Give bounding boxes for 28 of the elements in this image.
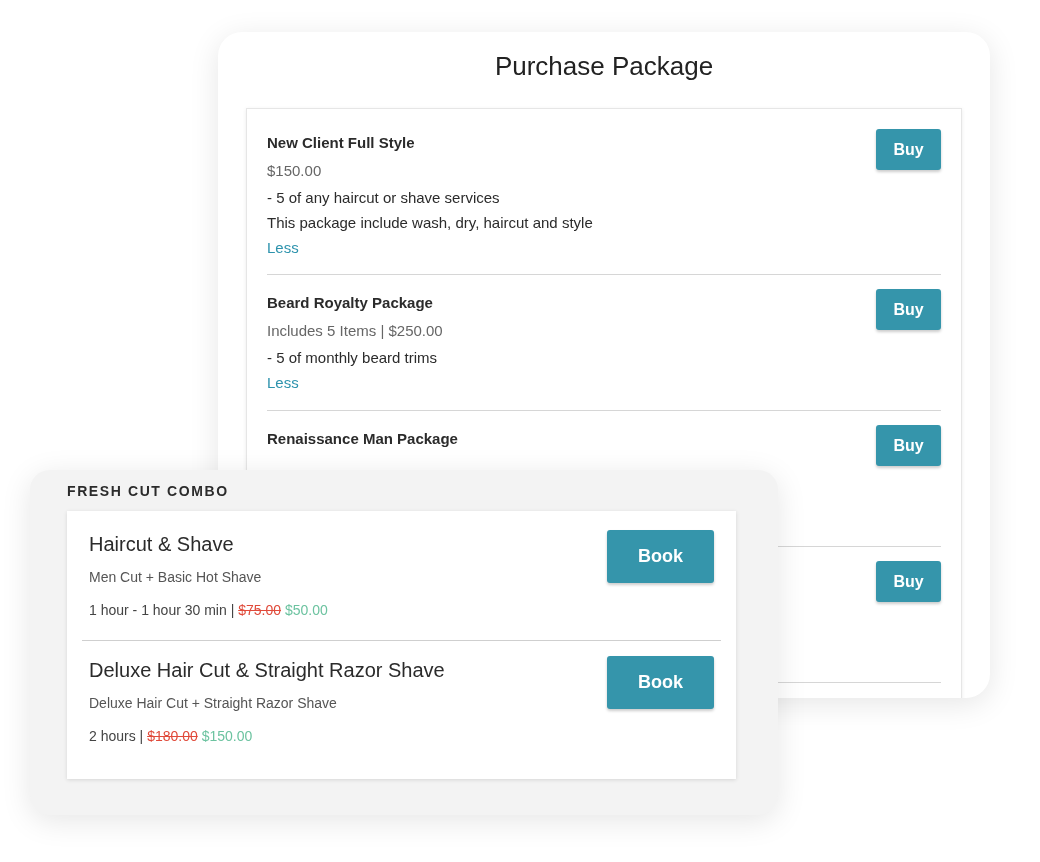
old-price: $180.00 — [147, 728, 198, 744]
less-link[interactable]: Less — [267, 370, 299, 395]
book-button[interactable]: Book — [607, 530, 714, 583]
card-title: Purchase Package — [493, 50, 715, 82]
package-description: - 5 of any haircut or shave services — [267, 188, 501, 208]
package-name: Beard Royalty Package — [267, 293, 434, 313]
buy-button[interactable]: Buy — [876, 289, 941, 330]
buy-button[interactable]: Buy — [876, 129, 941, 170]
package-name: New Client Full Style — [267, 133, 416, 153]
section-heading: FRESH CUT COMBO — [67, 482, 230, 501]
service-duration: 2 hours | — [89, 728, 144, 744]
less-link[interactable]: Less — [267, 235, 299, 260]
old-price: $75.00 — [238, 602, 281, 618]
buy-button[interactable]: Buy — [876, 425, 941, 466]
package-description: - 5 of monthly beard trims — [267, 348, 439, 368]
service-duration: 1 hour - 1 hour 30 min | — [89, 602, 235, 618]
package-name: Renaissance Man Package — [267, 429, 458, 449]
service-name: Haircut & Shave — [89, 532, 235, 557]
sale-price: $150.00 — [201, 728, 253, 744]
service-name: Deluxe Hair Cut & Straight Razor Shave — [89, 658, 445, 683]
buy-button[interactable]: Buy — [876, 561, 941, 602]
book-button[interactable]: Book — [607, 656, 714, 709]
package-summary: Includes 5 Items | $250.00 — [267, 321, 443, 341]
service-description: Deluxe Hair Cut + Straight Razor Shave — [89, 694, 338, 713]
service-description: Men Cut + Basic Hot Shave — [89, 568, 263, 587]
package-summary: $150.00 — [267, 161, 323, 181]
sale-price: $50.00 — [284, 602, 328, 618]
package-description: This package include wash, dry, haircut and style — [267, 213, 593, 233]
